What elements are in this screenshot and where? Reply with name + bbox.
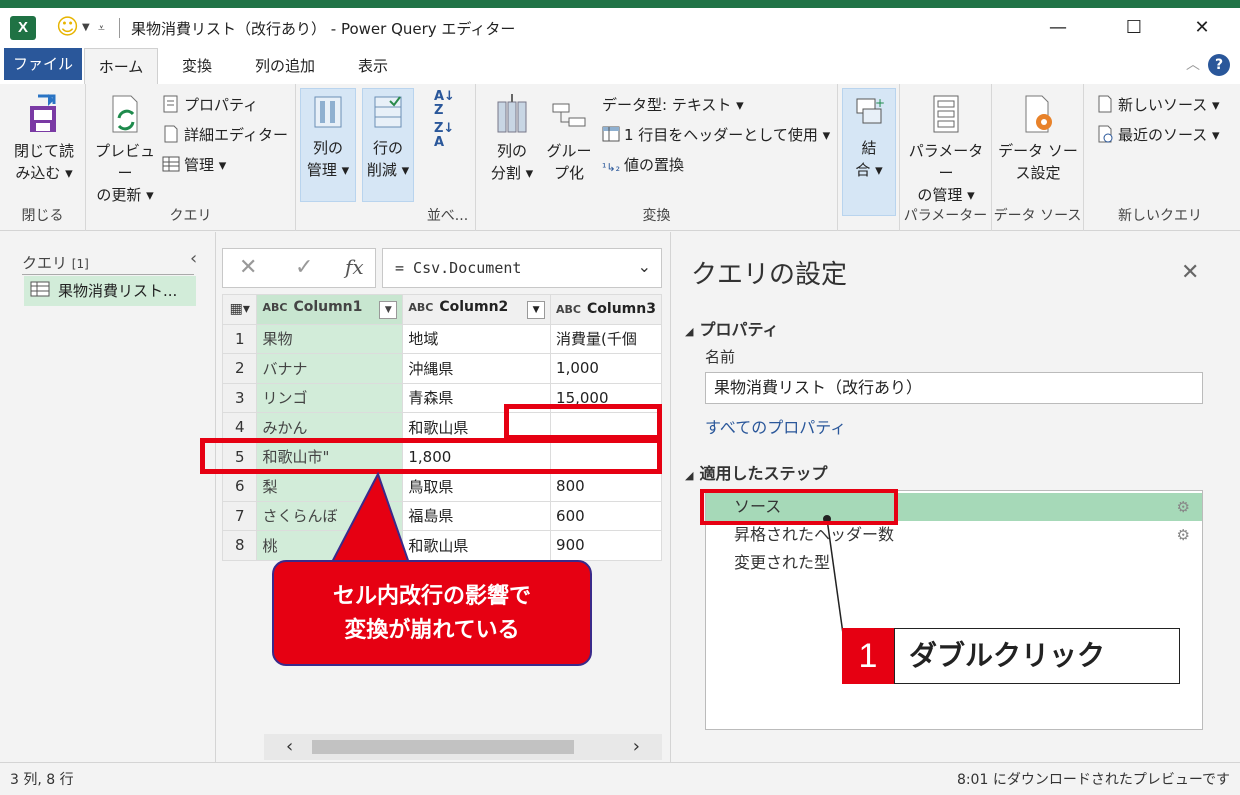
annotation-step-number: 1 [842, 628, 894, 684]
annotation-step-text: ダブルクリック [894, 628, 1180, 684]
annotation-callout: セル内改行の影響で 変換が崩れている [272, 560, 592, 666]
annotation-highlight-step [700, 489, 898, 525]
callout-pointer [328, 471, 412, 567]
